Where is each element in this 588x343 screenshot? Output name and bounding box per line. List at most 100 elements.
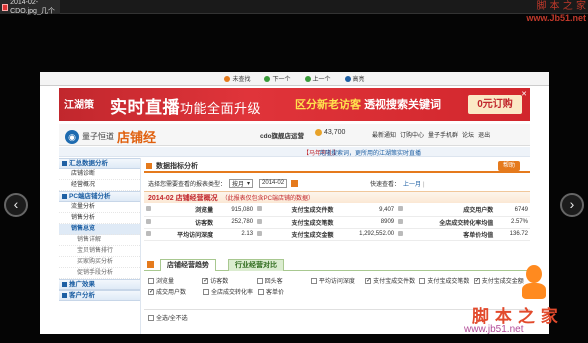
brand[interactable]: ◉ 量子恒道 店铺经 [65,127,156,146]
metric-icon [146,218,151,224]
sidebar-item[interactable]: 买家购买分析 [59,257,140,268]
metric-checkbox[interactable] [419,277,426,284]
site-header: ◉ 量子恒道 店铺经 cdo旗舰店运营 43,700 最新通知 订购中心 量子手机群… [59,124,530,146]
sidebar-group[interactable]: 推广效果 [59,279,140,290]
sidebar-group[interactable]: 汇总数据分析 [59,158,140,169]
metric-checkbox[interactable]: ✓ [365,277,371,284]
metric-value: 6749 [495,204,530,217]
metric-checkbox[interactable] [256,277,263,284]
metric-checkbox[interactable] [148,277,154,284]
metric-icon-cell [255,228,265,241]
sidebar-item[interactable]: 店铺诊断 [59,169,140,180]
find-toolbar-item[interactable]: 上一个 [304,74,331,83]
metric-icon-cell [144,228,153,241]
watermark-top: 脚 本 之 家 www.Jb51.net [526,0,586,24]
sidebar-item[interactable]: 流量分析 [59,202,140,213]
metric-option-label: 支付宝成交笔数 [427,279,470,285]
metric-icon [257,218,263,224]
image-file-icon [2,3,9,11]
metric-checkbox[interactable] [203,288,209,295]
metric-label: 支付宝成交金额 [264,228,336,241]
find-toolbar-item[interactable]: 下一个 [264,74,291,83]
notice-link[interactable]: 克隆搜索词，更所用的江湖策实时直播 [319,148,421,157]
header-link[interactable]: 论坛 [462,130,474,139]
metric-option[interactable]: ✓ 成交用户数 [148,287,203,296]
find-toolbar-item[interactable]: 高亮 [344,74,365,83]
metric-value: 2.57% [495,216,530,229]
metric-checkbox[interactable] [258,288,264,295]
metric-option-row: ✓ 成交用户数 全店成交转化率 客单价 [148,286,528,297]
sidebar-item[interactable]: 宝贝销售排行 [59,246,140,257]
metric-label: 浏览量 [153,204,216,217]
sidebar-item[interactable]: 销售总览 [59,224,140,235]
header-link[interactable]: 退出 [478,130,490,139]
metric-option-label: 平均访问深度 [318,279,355,285]
sidebar-group-label: 客户分析 [69,291,95,299]
date-value: 2014-02 [262,180,285,186]
find-toolbar-label: 上一个 [312,77,331,83]
sidebar: 汇总数据分析店铺诊断 经营概况 PC端店铺分析 流量分析 销售分析 销售总览 销售详解 宝贝销… [59,158,141,334]
header-link[interactable]: 量子手机群 [428,130,458,139]
quick-view: 快速查看： 上一月 | [370,179,425,188]
metric-option[interactable]: ✓ 访客数 [202,276,256,285]
find-toolbar-label: 高亮 [352,77,365,83]
order-button[interactable]: 0元订购 [468,95,522,114]
ad-banner[interactable]: 江湖策 实时直播功能全面升级 区分新老访客 透视搜索关键词 0元订购 ✕ [59,88,530,121]
calendar-icon[interactable] [291,179,299,187]
filter-label: 选择您需要查看的报表类型： [148,181,227,188]
metric-icon-cell [255,216,265,229]
metric-option[interactable]: ✓ 支付宝成交件数 [365,276,419,285]
banner-headline: 实时直播功能全面升级 [110,93,261,118]
report-type-select[interactable]: 按月 ▾ [229,178,254,188]
sidebar-group[interactable]: PC端店铺分析 [59,191,140,202]
panel-title: 数据指标分析 [156,163,198,170]
score-value: 43,700 [324,129,346,136]
screenshot-image: 未查找 下一个 上一个 高亮 江湖策 实时直播功能全面升级 区分新老访客 透视搜索关键… [40,72,549,334]
close-icon[interactable]: ✕ [521,90,527,98]
metric-option[interactable]: 支付宝成交笔数 [419,276,473,285]
metric-option-label: 访客数 [210,279,229,285]
select-all[interactable]: 全选/全不选 [148,313,188,322]
previous-month-link[interactable]: 上一月 [403,182,421,188]
find-toolbar-item[interactable]: 未查找 [224,74,250,83]
metric-options: 浏览量 ✓ 访客数 回头客 平均访问深度 ✓ 支付宝成交件数 支付宝成交笔数 ✓ 支付宝成交金额 ✓… [148,275,528,297]
watermark-top-line2: www.Jb51.net [526,13,586,23]
metric-label: 成交用户数 [405,204,496,217]
metric-checkbox[interactable] [310,277,317,284]
metric-option[interactable]: 客单价 [258,287,313,296]
sidebar-item[interactable]: 销售详解 [59,235,140,246]
metric-option[interactable]: 浏览量 [148,276,202,285]
header-link[interactable]: 最新通知 [372,130,396,139]
brand-product: 店铺经 [117,131,157,146]
banner-slogan-a: 区分新老访客 [295,99,361,111]
date-input[interactable]: 2014-02 [259,178,288,188]
metric-checkbox[interactable]: ✓ [202,277,208,284]
select-all-checkbox[interactable] [148,314,154,321]
metric-icon [146,230,151,236]
next-image-button[interactable]: › [560,193,584,217]
sidebar-item[interactable]: 促销手段分析 [59,268,140,279]
metric-icon-cell [144,216,153,229]
sidebar-group-label: 汇总数据分析 [69,159,108,167]
metric-checkbox[interactable]: ✓ [148,288,154,295]
report-filter: 选择您需要查看的报表类型： 按月 ▾ 2014-02 [148,178,299,188]
help-button[interactable]: 帮助 [498,161,520,171]
file-tab-label: 2014-02-CDO.jpg_几个 [10,0,55,15]
metric-option[interactable]: 平均访问深度 [310,276,365,285]
sidebar-group[interactable]: 客户分析 [59,290,140,301]
tab-store-trend[interactable]: 店铺经营趋势 [160,259,216,271]
metric-option-label: 浏览量 [156,279,175,285]
metric-option[interactable]: 全店成交转化率 [203,287,258,296]
image-viewer: 2014-02-CDO.jpg_几个 脚 本 之 家 www.Jb51.net … [0,0,588,343]
metric-option[interactable]: 回头客 [256,276,311,285]
sidebar-item[interactable]: 销售分析 [59,213,140,224]
file-tab[interactable]: 2014-02-CDO.jpg_几个 [0,0,60,15]
mascot-body-icon [522,283,546,299]
metric-icon-cell [144,204,153,217]
sidebar-item[interactable]: 经营概况 [59,180,140,191]
previous-image-button[interactable]: ‹ [4,193,28,217]
metric-checkbox[interactable]: ✓ [473,277,480,284]
header-link[interactable]: 订购中心 [400,130,424,139]
tab-industry-compare[interactable]: 行业经营对比 [228,259,284,271]
chevron-down-icon: ▾ [247,180,251,187]
